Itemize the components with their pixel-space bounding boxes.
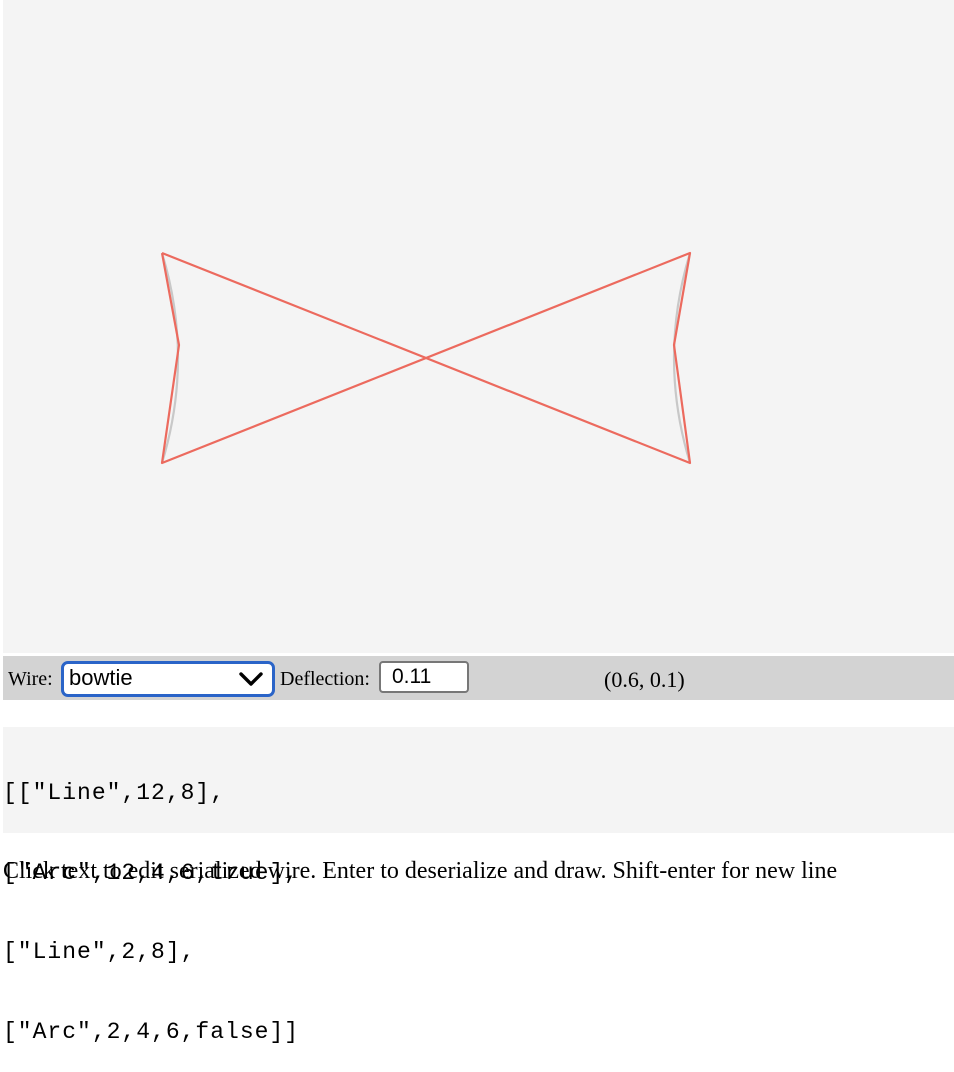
toolbar: Wire: bowtie Deflection: 0.11 (0.6, 0.1)	[3, 656, 954, 700]
serialized-wire-editor[interactable]: [["Line",12,8], ["Arc",12,4,6,true], ["L…	[3, 727, 954, 1045]
serialized-line: [["Line",12,8],	[3, 780, 226, 806]
wire-polyline	[160, 251, 692, 465]
chevron-down-icon	[239, 672, 263, 686]
serialized-line: ["Line",2,8],	[3, 939, 196, 965]
wire-label: Wire:	[8, 668, 53, 690]
coordinate-readout: (0.6, 0.1)	[604, 667, 685, 692]
help-text: Click text to edit serialized wire. Ente…	[3, 858, 838, 884]
wire-select[interactable]: bowtie	[61, 661, 275, 697]
deflection-input[interactable]: 0.11	[379, 661, 469, 693]
left-arc-curve	[160, 252, 180, 464]
drawing-canvas[interactable]	[3, 0, 954, 653]
deflection-label: Deflection:	[280, 668, 370, 690]
wire-drawing	[160, 251, 692, 465]
wire-select-value: bowtie	[69, 665, 133, 690]
serialized-line: ["Arc",2,4,6,false]]	[3, 1018, 300, 1045]
